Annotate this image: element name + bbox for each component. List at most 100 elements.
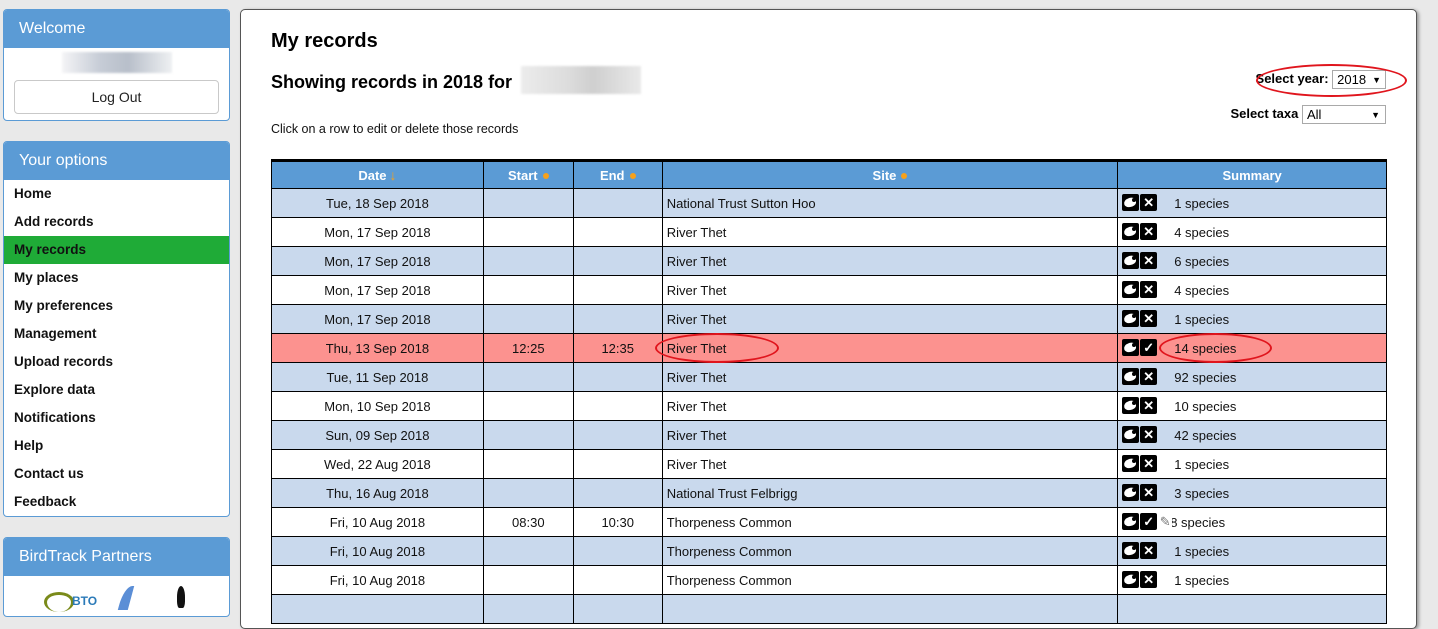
table-row[interactable]: Sun, 09 Sep 2018 River Thet ✕ 42 species: [271, 420, 1387, 450]
eye-icon[interactable]: [1122, 367, 1140, 385]
cell-date: Tue, 18 Sep 2018: [271, 188, 484, 218]
sort-indicator-icon: [901, 173, 908, 180]
cross-icon[interactable]: ✕: [1140, 425, 1158, 443]
sidebar-item-upload-records[interactable]: Upload records: [4, 348, 229, 376]
taxa-filter-label: Select taxa: [1230, 105, 1299, 121]
eye-icon[interactable]: [1122, 570, 1140, 588]
eye-icon[interactable]: [1122, 425, 1140, 443]
eye-icon[interactable]: [1122, 396, 1140, 414]
eye-icon[interactable]: [1122, 541, 1140, 559]
table-header-row: Date ↓ Start End Site Summary: [271, 160, 1387, 189]
table-row[interactable]: Fri, 10 Aug 2018 08:30 10:30 Thorpeness Com…: [271, 507, 1387, 537]
column-header-summary[interactable]: Summary: [1117, 160, 1387, 189]
eye-icon[interactable]: [1122, 454, 1140, 472]
sidebar-item-explore-data[interactable]: Explore data: [4, 376, 229, 404]
species-count: 1 species: [1174, 195, 1230, 211]
eye-icon[interactable]: [1122, 222, 1140, 240]
cross-icon[interactable]: ✕: [1140, 570, 1158, 588]
year-select[interactable]: 2018 ▼: [1332, 70, 1386, 89]
cell-site: River Thet: [661, 246, 1119, 276]
column-header-end[interactable]: End: [572, 160, 663, 189]
check-icon[interactable]: ✓: [1140, 512, 1158, 530]
table-row[interactable]: Thu, 16 Aug 2018 National Trust Felbrigg ✕…: [271, 478, 1387, 508]
cell-end: [572, 536, 663, 566]
sidebar-item-management[interactable]: Management: [4, 320, 229, 348]
cell-end: [572, 565, 663, 595]
column-header-site[interactable]: Site: [661, 160, 1119, 189]
table-row[interactable]: Mon, 17 Sep 2018 River Thet ✕ 4 species: [271, 275, 1387, 305]
eye-icon[interactable]: [1122, 280, 1140, 298]
cross-icon[interactable]: ✕: [1140, 396, 1158, 414]
cross-icon[interactable]: ✕: [1140, 367, 1158, 385]
sidebar-item-my-preferences[interactable]: My preferences: [4, 292, 229, 320]
table-row[interactable]: Wed, 22 Aug 2018 River Thet ✕ 1 species: [271, 449, 1387, 479]
eye-icon[interactable]: [1122, 251, 1140, 269]
cross-icon[interactable]: ✕: [1140, 222, 1158, 240]
cross-icon[interactable]: ✕: [1140, 483, 1158, 501]
eye-icon[interactable]: [1122, 309, 1140, 327]
cross-icon[interactable]: ✕: [1140, 541, 1158, 559]
cell-start: [482, 391, 574, 421]
column-header-date[interactable]: Date ↓: [271, 160, 484, 189]
cross-icon[interactable]: ✕: [1140, 280, 1158, 298]
eye-icon[interactable]: [1122, 512, 1140, 530]
sidebar-item-contact-us[interactable]: Contact us: [4, 460, 229, 488]
cell-date: Fri, 10 Aug 2018: [271, 507, 484, 537]
row-actions: ✕: [1122, 280, 1170, 298]
logout-button[interactable]: Log Out: [14, 80, 219, 114]
rspb-logo-icon[interactable]: [117, 586, 135, 610]
taxa-select[interactable]: All ▼: [1302, 105, 1386, 124]
table-row[interactable]: Mon, 17 Sep 2018 River Thet ✕ 4 species: [271, 217, 1387, 247]
options-panel: Your options Home Add records My records My…: [3, 141, 230, 517]
row-actions: ✕: [1122, 541, 1170, 559]
table-row[interactable]: Fri, 10 Aug 2018 Thorpeness Common ✕ 1 spec…: [271, 536, 1387, 566]
cross-icon[interactable]: ✕: [1140, 454, 1158, 472]
partners-title: BirdTrack Partners: [4, 538, 229, 576]
sidebar-item-my-places[interactable]: My places: [4, 264, 229, 292]
sort-indicator-icon: [629, 173, 636, 180]
row-actions: ✓ ✎: [1122, 512, 1173, 530]
bird-logo-icon[interactable]: [177, 586, 185, 608]
column-header-start[interactable]: Start: [482, 160, 574, 189]
table-row[interactable]: Tue, 11 Sep 2018 River Thet ✕ 92 species: [271, 362, 1387, 392]
table-row[interactable]: Mon, 17 Sep 2018 River Thet ✕ 6 species: [271, 246, 1387, 276]
cell-date: Mon, 17 Sep 2018: [271, 304, 484, 334]
cell-date: Thu, 16 Aug 2018: [271, 478, 484, 508]
species-count: 1 species: [1174, 572, 1230, 588]
cell-date: Thu, 13 Sep 2018: [271, 333, 484, 363]
taxa-filter: Select taxa All ▼: [1230, 105, 1386, 124]
cross-icon[interactable]: ✕: [1140, 251, 1158, 269]
cell-start: [482, 362, 574, 392]
sidebar-item-notifications[interactable]: Notifications: [4, 404, 229, 432]
note-icon[interactable]: ✎: [1158, 512, 1173, 530]
eye-icon[interactable]: [1122, 193, 1140, 211]
sidebar-item-feedback[interactable]: Feedback: [4, 488, 229, 516]
welcome-title: Welcome: [4, 10, 229, 48]
cell-site: Thorpeness Common: [661, 565, 1119, 595]
sidebar-item-add-records[interactable]: Add records: [4, 208, 229, 236]
species-count: 4 species: [1174, 282, 1230, 298]
username-redacted: [521, 66, 642, 94]
cell-summary: ✕ 1 species: [1117, 304, 1387, 334]
check-icon[interactable]: ✓: [1140, 338, 1158, 356]
cross-icon[interactable]: ✕: [1140, 309, 1158, 327]
table-row[interactable]: Thu, 13 Sep 2018 12:25 12:35 River Thet ✓ 14 …: [271, 333, 1387, 363]
bto-logo-icon[interactable]: [44, 592, 74, 612]
sidebar-item-my-records[interactable]: My records: [4, 236, 229, 264]
sidebar-item-help[interactable]: Help: [4, 432, 229, 460]
cell-end: [572, 246, 663, 276]
table-row[interactable]: Fri, 10 Aug 2018 Thorpeness Common ✕ 1 spec…: [271, 565, 1387, 595]
sort-indicator-icon: [542, 173, 549, 180]
cell-site: Thorpeness Common: [661, 536, 1119, 566]
eye-icon[interactable]: [1122, 483, 1140, 501]
cross-icon[interactable]: ✕: [1140, 193, 1158, 211]
species-count: 42 species: [1174, 427, 1237, 443]
sidebar-item-home[interactable]: Home: [4, 180, 229, 208]
table-row[interactable]: Mon, 17 Sep 2018 River Thet ✕ 1 species: [271, 304, 1387, 334]
eye-icon[interactable]: [1122, 338, 1140, 356]
cell-site: River Thet: [661, 391, 1119, 421]
table-row[interactable]: Tue, 18 Sep 2018 National Trust Sutton Ho…: [271, 188, 1387, 218]
main-panel: My records Showing records in 2018 for C…: [240, 9, 1417, 629]
cell-summary: ✕ 4 species: [1117, 217, 1387, 247]
table-row[interactable]: Mon, 10 Sep 2018 River Thet ✕ 10 species: [271, 391, 1387, 421]
